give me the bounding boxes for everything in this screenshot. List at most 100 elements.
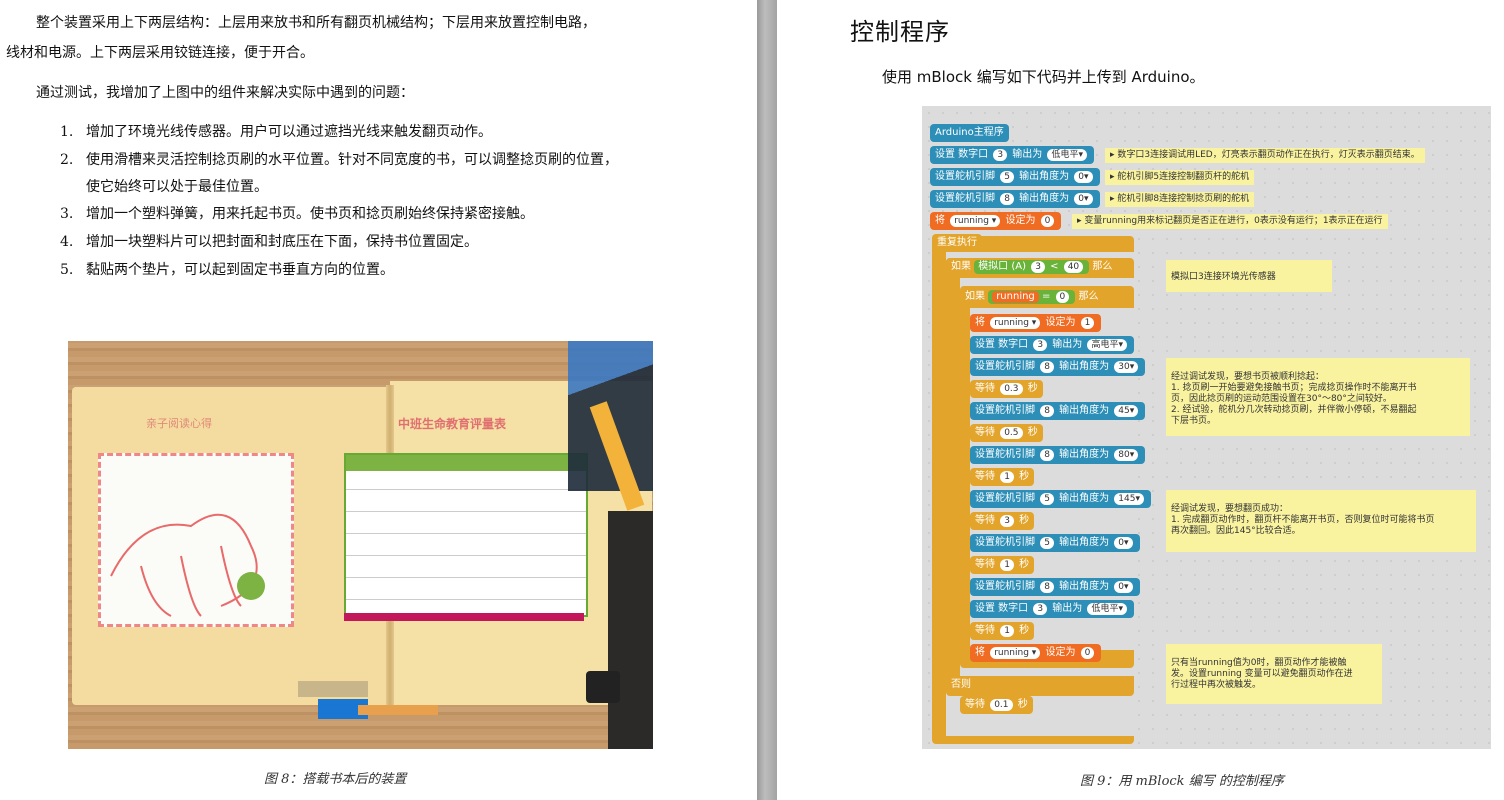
list-item: 1. 增加了环境光线传感器。用户可以通过遮挡光线来触发翻页动作。 <box>60 119 492 146</box>
comment-servo5: ▸ 舵机引脚5连接控制翻页杆的舵机 <box>1105 170 1255 185</box>
comment-running: ▸ 变量running用来标记翻页是否正在进行，0表示没有运行；1表示正在运行 <box>1072 214 1388 229</box>
block-label: 设置舵机引脚 <box>935 171 995 182</box>
block-label: 设置舵机引脚 <box>975 537 1035 548</box>
block-label: 秒 <box>1019 625 1030 636</box>
block-label: 秒 <box>1019 471 1030 482</box>
drawing-scribble <box>110 513 265 617</box>
comment-line: 只有当running值为0时，翻页动作才能被触 <box>1171 658 1347 668</box>
page-gutter <box>757 0 777 800</box>
list-text: 增加一块塑料片可以把封面和封底压在下面，保持书位置固定。 <box>86 234 478 250</box>
mblock-code-screenshot: Arduino主程序 设置 数字口 3 输出为 低电平▾ ▸ 数字口3连接调试用… <box>922 106 1491 749</box>
figure-caption: 图 9：用 mBlock 编写 的控制程序 <box>1080 774 1284 789</box>
block-label: 设置舵机引脚 <box>975 493 1035 504</box>
block-slot: 40 <box>1063 261 1084 273</box>
list-item: 3. 增加一个塑料弹簧，用来托起书页。使书页和捻页刷始终保持紧密接触。 <box>60 201 534 228</box>
list-item-continuation: 使它始终可以处于最佳位置。 <box>86 179 268 195</box>
block-label: 输出角度为 <box>1059 581 1110 592</box>
control-board <box>608 511 653 749</box>
servo-block: 设置舵机引脚 8 输出角度为 0▾ <box>930 190 1100 208</box>
block-slot: 0▾ <box>1074 193 1093 205</box>
block-slot: 0.1 <box>990 699 1013 711</box>
block-slot: 低电平▾ <box>1087 603 1128 615</box>
paragraph-testing-intro: 通过测试，我增加了上图中的组件来解决实际中遇到的问题： <box>36 85 414 101</box>
block-label: 输出角度为 <box>1059 405 1110 416</box>
comment-flip-tuning: 经调试发现，要想翻页成功： 1. 完成翻页动作时，翻页杆不能离开书页，否则复位时… <box>1166 490 1476 552</box>
block-slot: 30▾ <box>1114 361 1139 373</box>
wait-block: 等待 1 秒 <box>970 468 1035 486</box>
evaluation-table <box>344 453 588 617</box>
block-label: 设定为 <box>1005 215 1036 226</box>
comment-led: ▸ 数字口3连接调试用LED，灯亮表示翻页动作正在执行，灯灭表示翻页结束。 <box>1105 148 1425 163</box>
list-text: 黏贴两个垫片，可以起到固定书垂直方向的位置。 <box>86 262 394 278</box>
list-item: 5. 黏贴两个垫片，可以起到固定书垂直方向的位置。 <box>60 257 394 284</box>
comment-line: 页，因此捻页刷的运动范围设置在30°～80°之间较好。 <box>1171 394 1392 404</box>
block-slot: 高电平▾ <box>1087 339 1128 351</box>
block-label: 如果 <box>951 261 971 272</box>
block-slot: 8 <box>1040 581 1054 593</box>
block-label: 设置舵机引脚 <box>975 449 1035 460</box>
table-footer-bar <box>344 613 584 621</box>
block-slot: 0.3 <box>1000 383 1023 395</box>
block-label: 等待 <box>975 515 995 526</box>
comment-running-guard: 只有当running值为0时，翻页动作才能被触 发。设置running 变量可以… <box>1166 644 1382 704</box>
sensor-module <box>586 671 620 703</box>
servo-block: 设置舵机引脚 8 输出角度为 80▾ <box>970 446 1146 464</box>
block-label: 输出为 <box>1052 603 1083 614</box>
list-item: 2. 使用滑槽来灵活控制捻页刷的水平位置。针对不同宽度的书，可以调整捻页刷的位置， <box>60 147 618 174</box>
comment-servo8: ▸ 舵机引脚8连接控制捻页刷的舵机 <box>1105 192 1255 207</box>
block-label: 输出角度为 <box>1059 449 1110 460</box>
block-slot: 5 <box>1040 537 1054 549</box>
equals-operator: running = 0 <box>988 290 1076 304</box>
block-label: 等待 <box>975 559 995 570</box>
table-rule <box>346 533 586 534</box>
servo-block: 设置舵机引脚 5 输出角度为 0▾ <box>970 534 1140 552</box>
block-slot: running ▾ <box>990 317 1041 329</box>
block-label: 设置 数字口 <box>935 149 989 160</box>
list-text: 使用滑槽来灵活控制捻页刷的水平位置。针对不同宽度的书，可以调整捻页刷的位置， <box>86 152 618 168</box>
block-slot: 3 <box>1031 261 1045 273</box>
block-label: 秒 <box>1019 559 1030 570</box>
block-slot: 1 <box>1000 559 1014 571</box>
block-slot: 3 <box>1000 515 1014 527</box>
set-variable-block: 将 running ▾ 设定为 1 <box>970 314 1102 332</box>
block-label: 输出角度为 <box>1059 361 1110 372</box>
block-label: 设定为 <box>1045 647 1076 658</box>
comment-line: 2. 经试验，舵机分几次转动捻页刷，并伴微小停顿，不易翻起 <box>1171 405 1417 415</box>
figure-caption: 图 8：搭载书本后的装置 <box>264 772 407 787</box>
list-number: 3. <box>60 206 74 222</box>
comment-line: 1. 捻页刷一开始要避免接触书页；完成捻页操作时不能离开书 <box>1171 383 1417 393</box>
block-label: 输出角度为 <box>1059 493 1110 504</box>
block-label: 将 <box>935 215 945 226</box>
block-label: 秒 <box>1019 515 1030 526</box>
comment-brush-tuning: 经过调试发现，要想书页被顺利捻起： 1. 捻页刷一开始要避免接触书页；完成捻页操… <box>1166 358 1470 436</box>
block-label: 设定为 <box>1045 317 1076 328</box>
child-drawing <box>98 453 294 627</box>
comment-line: 经调试发现，要想翻页成功： <box>1171 504 1289 514</box>
block-slot: 8 <box>1040 361 1054 373</box>
list-text: 增加一个塑料弹簧，用来托起书页。使书页和捻页刷始终保持紧密接触。 <box>86 206 534 222</box>
block-label: 那么 <box>1078 291 1099 302</box>
wait-block: 等待 0.5 秒 <box>970 424 1043 442</box>
block-slot: 3 <box>1033 603 1048 615</box>
block-label: 设置 数字口 <box>975 339 1029 350</box>
block-slot: 8 <box>1000 193 1014 205</box>
servo-block: 设置舵机引脚 8 输出角度为 30▾ <box>970 358 1146 376</box>
block-label: 设置舵机引脚 <box>935 193 995 204</box>
block-label: 输出角度为 <box>1059 537 1110 548</box>
block-slot: 5 <box>1000 171 1014 183</box>
block-slot: 3 <box>1033 339 1048 351</box>
compare-operator: 模拟口 (A) 3 < 40 <box>974 260 1090 274</box>
left-document-page: 整个装置采用上下两层结构：上层用来放书和所有翻页机械结构；下层用来放置控制电路，… <box>0 0 757 800</box>
block-slot: 3 <box>993 149 1008 161</box>
block-label: 设置舵机引脚 <box>975 361 1035 372</box>
block-slot: 145▾ <box>1114 493 1144 505</box>
else-label: 否则 <box>951 679 971 690</box>
block-slot: 0 <box>1055 291 1070 303</box>
block-slot: 8 <box>1040 405 1054 417</box>
servo-block: 设置舵机引脚 5 输出角度为 0▾ <box>930 168 1100 186</box>
block-label: 等待 <box>975 471 995 482</box>
block-label: 设置舵机引脚 <box>975 581 1035 592</box>
servo-block: 设置舵机引脚 8 输出角度为 45▾ <box>970 402 1146 420</box>
block-slot: 0 <box>1040 215 1055 227</box>
block-label: 秒 <box>1027 427 1038 438</box>
